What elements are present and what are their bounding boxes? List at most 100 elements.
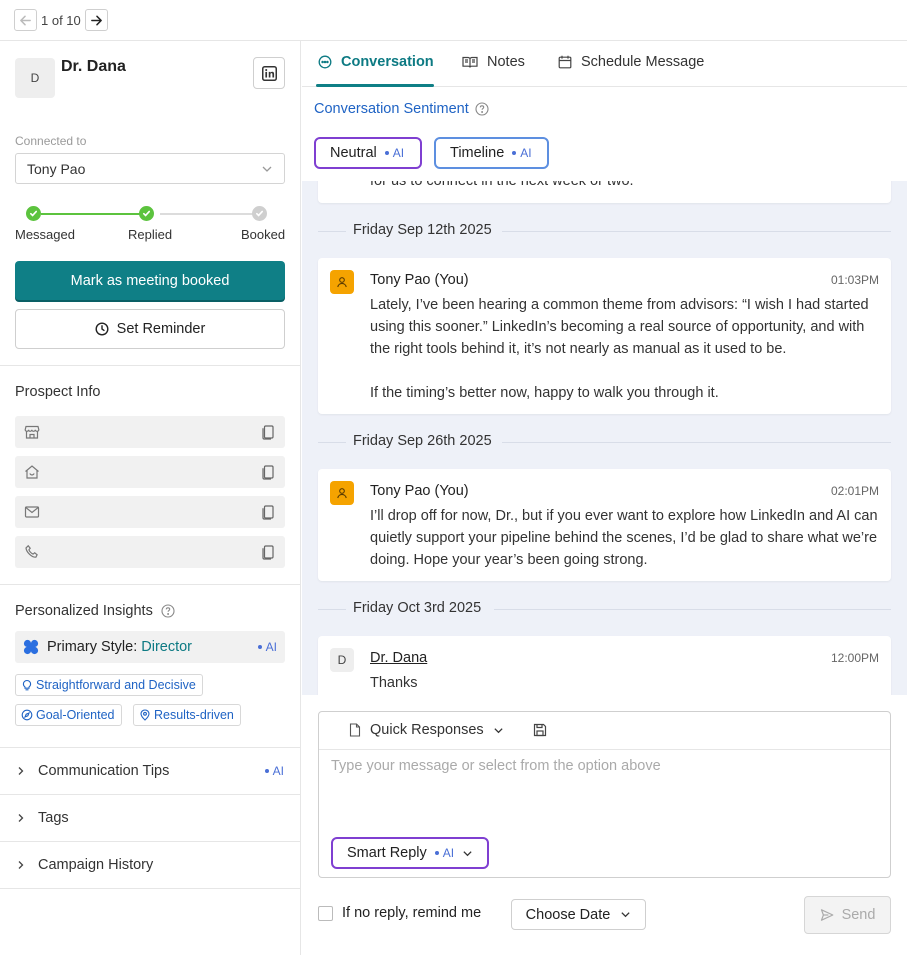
tab-label: Notes: [487, 54, 525, 70]
pager: 1 of 10: [14, 9, 108, 31]
divider: [0, 365, 300, 366]
message-thread[interactable]: for us to connect in the next week or tw…: [302, 181, 907, 695]
progress-stepper: Messaged Replied Booked: [15, 206, 285, 246]
linkedin-icon: [261, 65, 277, 81]
ai-badge: AI: [434, 846, 454, 860]
chat-bubble-icon: [318, 55, 332, 69]
sentiment-pill-label: Neutral: [330, 145, 377, 161]
message-sender-link[interactable]: Dr. Dana: [370, 650, 427, 666]
send-button[interactable]: Send: [804, 896, 891, 934]
remind-label: If no reply, remind me: [342, 905, 482, 921]
copy-icon[interactable]: [260, 544, 276, 560]
accordion-campaign-history[interactable]: Campaign History: [0, 842, 300, 888]
active-tab-indicator: [316, 84, 434, 87]
save-template-icon[interactable]: [533, 723, 547, 737]
message-text: for us to connect in the next week or tw…: [370, 181, 634, 189]
accordion-label: Communication Tips: [38, 763, 170, 779]
copy-icon[interactable]: [260, 424, 276, 440]
message-card: for us to connect in the next week or tw…: [318, 181, 891, 203]
style-blob-icon: [23, 639, 39, 655]
tab-notes[interactable]: Notes: [462, 54, 525, 70]
message-time: 02:01PM: [830, 484, 879, 498]
primary-style-label: Primary Style:: [47, 639, 138, 655]
choose-date-label: Choose Date: [525, 906, 611, 923]
insight-chip-label: Straightforward and Decisive: [36, 678, 196, 692]
choose-date-dropdown[interactable]: Choose Date: [511, 899, 646, 930]
message-card: Tony Pao (You) 01:03PM Lately, I’ve been…: [318, 258, 891, 414]
date-separator: Friday Oct 3rd 2025: [318, 598, 891, 620]
send-label: Send: [841, 907, 876, 923]
accordion-tags[interactable]: Tags: [0, 795, 300, 841]
accordion-communication-tips[interactable]: Communication Tips AI: [0, 748, 300, 794]
step-connector-pending: [160, 213, 254, 215]
smart-reply-label: Smart Reply: [347, 845, 427, 861]
message-paragraph: Lately, I’ve been hearing a common theme…: [370, 297, 869, 357]
clock-icon: [95, 322, 109, 336]
tab-conversation[interactable]: Conversation: [318, 54, 434, 70]
message-composer: Quick Responses Type your message or sel…: [318, 711, 891, 878]
message-paragraph: If the timing’s better now, happy to wal…: [370, 385, 719, 401]
step-label-booked: Booked: [241, 227, 286, 242]
ai-badge: AI: [384, 146, 404, 160]
arrow-left-icon: [20, 15, 31, 25]
set-reminder-button[interactable]: Set Reminder: [15, 309, 285, 349]
composer-toolbar: Quick Responses: [319, 712, 890, 750]
step-label-replied: Replied: [128, 227, 173, 242]
accordion-label: Campaign History: [38, 857, 154, 873]
chevron-right-icon: [18, 814, 24, 822]
date-label: Friday Sep 12th 2025: [353, 222, 492, 238]
prospect-avatar: D: [330, 648, 354, 672]
prev-button[interactable]: [14, 9, 37, 31]
date-label: Friday Sep 26th 2025: [353, 433, 492, 449]
ai-badge: AI: [257, 640, 277, 654]
help-icon[interactable]: [161, 604, 175, 618]
chevron-down-icon: [262, 166, 272, 172]
insight-chip-label: Goal-Oriented: [36, 708, 115, 722]
copy-icon[interactable]: [260, 504, 276, 520]
chevron-right-icon: [18, 861, 24, 869]
info-row-email: [15, 496, 285, 528]
remind-option: If no reply, remind me: [318, 905, 481, 921]
message-card: Tony Pao (You) 02:01PM I’ll drop off for…: [318, 469, 891, 581]
remind-checkbox[interactable]: [318, 905, 333, 921]
send-icon: [820, 909, 833, 921]
next-button[interactable]: [84, 9, 108, 31]
store-icon: [24, 425, 40, 439]
tab-schedule-message[interactable]: Schedule Message: [558, 54, 704, 70]
book-icon: [462, 56, 478, 68]
date-separator: Friday Sep 12th 2025: [318, 220, 891, 242]
step-connector-done: [41, 213, 140, 215]
chevron-down-icon: [463, 850, 472, 856]
prospect-info-title: Prospect Info: [15, 384, 101, 400]
quick-responses-label: Quick Responses: [370, 722, 484, 738]
copy-icon[interactable]: [260, 464, 276, 480]
calendar-icon: [558, 55, 572, 69]
step-replied-check-icon: [139, 206, 154, 221]
home-icon: [25, 465, 39, 479]
smart-reply-button[interactable]: Smart Reply AI: [331, 837, 490, 869]
quick-responses-dropdown[interactable]: Quick Responses: [349, 722, 504, 738]
sentiment-pill-timeline[interactable]: Timeline AI: [434, 137, 549, 169]
arrow-right-icon: [90, 15, 102, 25]
lightbulb-icon: [22, 679, 32, 691]
info-row-phone: [15, 536, 285, 568]
tab-bar: Conversation Notes Schedule Message: [302, 41, 907, 87]
conversation-sentiment-title: Conversation Sentiment: [314, 101, 469, 117]
message-input[interactable]: Type your message or select from the opt…: [331, 758, 661, 774]
avatar: D: [15, 58, 55, 98]
pager-text: 1 of 10: [41, 12, 81, 28]
linkedin-button[interactable]: [253, 57, 285, 89]
primary-style-value: Director: [141, 639, 193, 655]
connected-to-select[interactable]: Tony Pao: [15, 153, 285, 184]
personalized-insights-title: Personalized Insights: [15, 603, 153, 619]
step-messaged-check-icon: [26, 206, 41, 221]
message-card: D Dr. Dana 12:00PM Thanks: [318, 636, 891, 695]
step-booked-check-icon: [252, 206, 267, 221]
message-text: Lately, I’ve been hearing a common theme…: [370, 294, 879, 404]
divider: [0, 888, 300, 889]
date-separator: Friday Sep 26th 2025: [318, 431, 891, 453]
sentiment-pill-neutral[interactable]: Neutral AI: [314, 137, 422, 169]
mark-meeting-booked-button[interactable]: Mark as meeting booked: [15, 261, 285, 300]
accordion-label: Tags: [38, 810, 69, 826]
help-icon[interactable]: [475, 102, 489, 116]
